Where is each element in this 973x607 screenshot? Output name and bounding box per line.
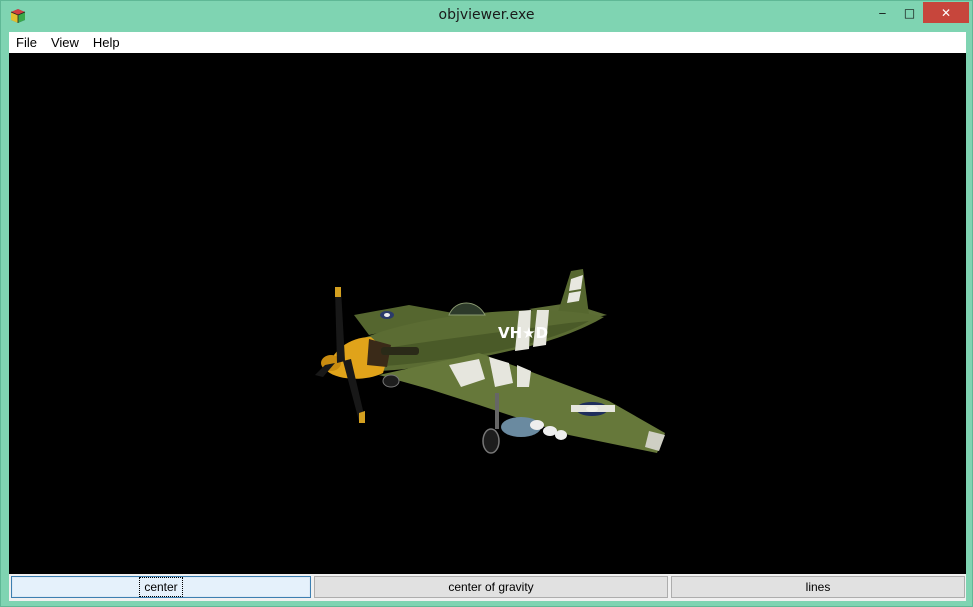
aircraft-model[interactable]: VH★D [9, 53, 966, 574]
menu-view[interactable]: View [44, 33, 86, 53]
menu-help[interactable]: Help [86, 33, 127, 53]
window-title: objviewer.exe [438, 7, 535, 23]
minimize-icon: ‒ [878, 5, 887, 20]
minimize-button[interactable]: ‒ [869, 2, 896, 23]
close-icon: ✕ [940, 5, 952, 20]
app-window: objviewer.exe ‒ □ ✕ File View Help VH★D … [0, 0, 973, 607]
menu-bar: File View Help [9, 32, 966, 53]
center-of-gravity-button-label: center of gravity [448, 580, 534, 594]
3d-viewport[interactable]: VH★D [9, 53, 966, 574]
menu-file[interactable]: File [9, 33, 44, 53]
lines-button[interactable]: lines [671, 576, 965, 598]
maximize-button[interactable]: □ [896, 2, 923, 23]
center-of-gravity-button[interactable]: center of gravity [314, 576, 668, 598]
title-bar[interactable]: objviewer.exe ‒ □ ✕ [1, 1, 972, 31]
aircraft-markings: VH★D [498, 324, 548, 342]
close-button[interactable]: ✕ [923, 2, 969, 23]
center-button[interactable]: center [11, 576, 311, 598]
button-bar: center center of gravity lines [9, 574, 966, 601]
maximize-icon: □ [903, 5, 916, 20]
lines-button-label: lines [805, 580, 831, 594]
center-button-label: center [139, 577, 183, 597]
